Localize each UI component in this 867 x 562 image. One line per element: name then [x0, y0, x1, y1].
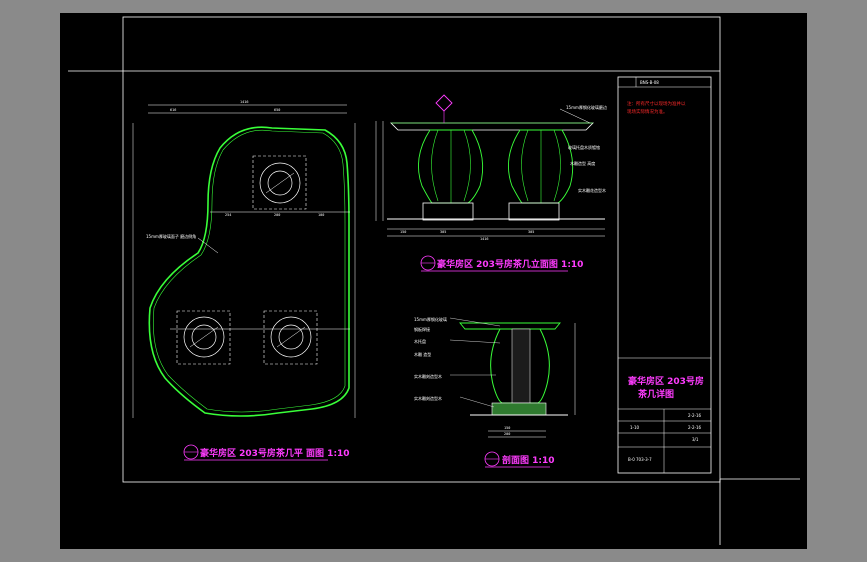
- svg-text:650: 650: [274, 108, 280, 112]
- elevation-callout-2: 玻璃托盘木质镀铬: [568, 144, 600, 150]
- section-title-group: 剖面图 1:10: [484, 451, 555, 468]
- svg-text:150: 150: [400, 230, 406, 234]
- svg-text:1416: 1416: [240, 100, 248, 104]
- svg-text:616: 616: [170, 108, 176, 112]
- plan-view: 1416 616 650 254 200 100 15mm厚玻璃面子 磨边倒角: [132, 100, 356, 418]
- title-block-value-1: 2-2-16: [688, 413, 702, 418]
- elevation-callout-1: 15mm厚钢化玻璃磨边: [566, 104, 607, 110]
- title-block-note-1: 注：所有尺寸以现场为准并以: [627, 100, 686, 107]
- title-block-name-2: 茶几详图: [637, 388, 674, 400]
- pedestal-top: [252, 155, 307, 210]
- plan-title: 豪华房区 203号房茶几平 面图 1:10: [200, 447, 350, 459]
- section-title: 剖面图 1:10: [502, 454, 555, 466]
- cad-drawing: BNS-B-08 注：所有尺寸以现场为准并以 现场实际情况为准。 豪华房区 20…: [68, 16, 800, 545]
- section-callout-6: 实木雕刻造型木: [414, 395, 442, 401]
- svg-text:100: 100: [318, 213, 324, 217]
- title-block-name-1: 豪华房区 203号房: [628, 375, 704, 387]
- plan-callout: 15mm厚玻璃面子 磨边倒角: [146, 233, 196, 239]
- section-view: 150 200 15mm厚钢化玻璃 钢板焊接 木托盘 木雕 造型 实木雕刻造型木…: [414, 316, 576, 438]
- title-block-note-2: 现场实际情况为准。: [627, 108, 668, 115]
- section-callout-1: 15mm厚钢化玻璃: [414, 316, 447, 322]
- elevation-view: 1416 150 305 305 15mm厚钢化玻璃磨边 玻璃托盘木质镀铬 木雕…: [375, 94, 607, 241]
- elevation-callout-4: 实木雕花造型木: [578, 187, 606, 193]
- section-callout-4: 木雕 造型: [414, 351, 431, 357]
- title-block-value-5: B-0 703-3-7: [628, 457, 652, 462]
- elevation-title: 豪华房区 203号房茶几立面图 1:10: [437, 258, 583, 270]
- svg-text:305: 305: [528, 230, 534, 234]
- title-block-value-4: 3/1: [692, 437, 699, 442]
- title-block-header: BNS-B-08: [640, 80, 659, 85]
- svg-text:200: 200: [274, 213, 280, 217]
- tabletop-outline: [148, 126, 350, 417]
- svg-text:305: 305: [440, 230, 446, 234]
- section-callout-5: 实木雕刻造型木: [414, 373, 442, 379]
- svg-text:254: 254: [225, 213, 231, 217]
- plan-title-group: 豪华房区 203号房茶几平 面图 1:10: [183, 444, 350, 461]
- svg-text:1416: 1416: [480, 237, 488, 241]
- title-block-value-2: 1-10: [630, 425, 640, 430]
- pedestal-left: [176, 310, 231, 365]
- svg-text:150: 150: [504, 426, 510, 430]
- svg-text:200: 200: [504, 432, 510, 436]
- section-callout-2: 钢板焊接: [414, 326, 430, 332]
- elevation-title-group: 豪华房区 203号房茶几立面图 1:10: [420, 255, 583, 272]
- elevation-callout-3: 木雕造型 高度: [570, 160, 595, 166]
- cad-viewport[interactable]: BNS-B-08 注：所有尺寸以现场为准并以 现场实际情况为准。 豪华房区 20…: [60, 13, 807, 549]
- title-block-value-3: 2-2-16: [688, 425, 702, 430]
- section-callout-3: 木托盘: [414, 338, 426, 344]
- pedestal-right: [263, 310, 318, 365]
